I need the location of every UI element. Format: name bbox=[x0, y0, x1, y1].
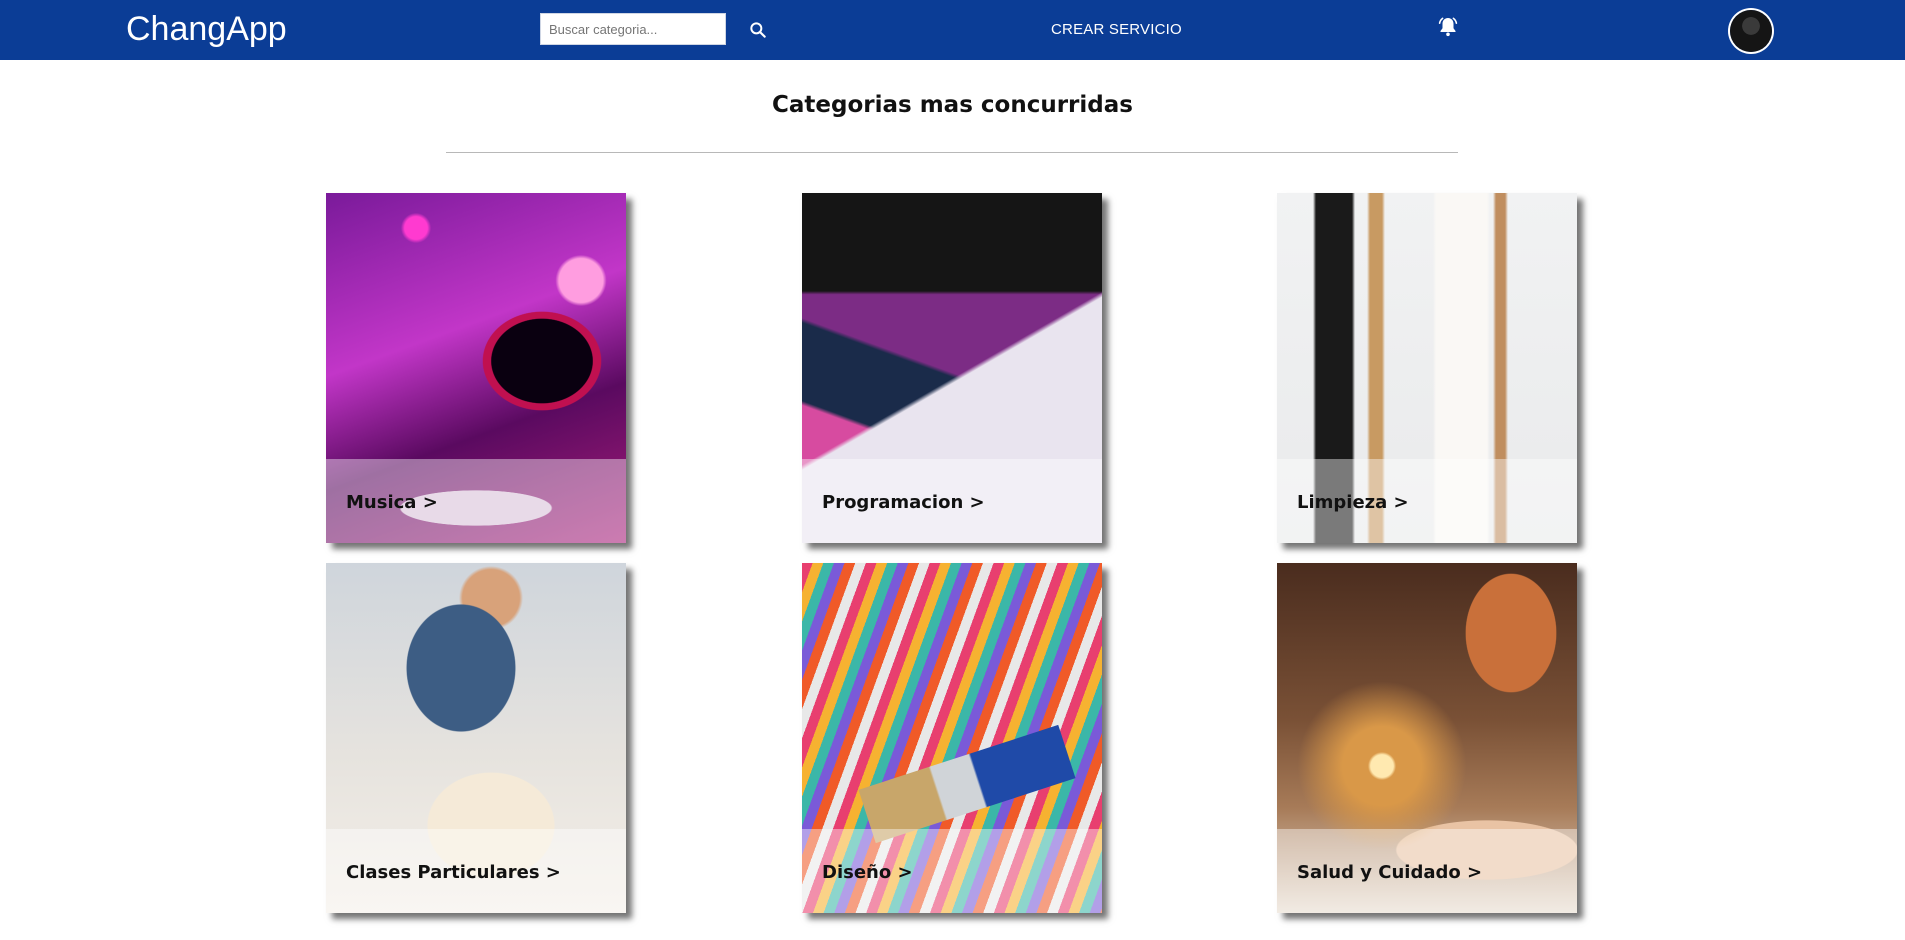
search-icon bbox=[750, 22, 766, 38]
category-label: Salud y Cuidado > bbox=[1297, 862, 1483, 883]
category-label: Clases Particulares > bbox=[346, 862, 561, 883]
category-card-diseno[interactable]: Diseño > bbox=[802, 563, 1102, 913]
category-label: Musica > bbox=[346, 492, 438, 513]
category-card-programacion[interactable]: Programacion > bbox=[802, 193, 1102, 543]
search-button[interactable] bbox=[744, 16, 772, 44]
category-card-salud-y-cuidado[interactable]: Salud y Cuidado > bbox=[1277, 563, 1577, 913]
navbar: ChangApp CREAR SERVICIO bbox=[0, 0, 1905, 60]
notifications-button[interactable] bbox=[1436, 15, 1460, 39]
category-card-clases-particulares[interactable]: Clases Particulares > bbox=[326, 563, 626, 913]
page-title: Categorias mas concurridas bbox=[772, 92, 1133, 118]
create-service-link[interactable]: CREAR SERVICIO bbox=[1051, 21, 1182, 38]
search-input[interactable] bbox=[540, 13, 726, 45]
divider bbox=[446, 152, 1458, 153]
bell-icon bbox=[1438, 17, 1458, 37]
category-card-musica[interactable]: Musica > bbox=[326, 193, 626, 543]
brand-logo[interactable]: ChangApp bbox=[126, 9, 287, 49]
avatar[interactable] bbox=[1730, 10, 1772, 52]
category-label: Programacion > bbox=[822, 492, 985, 513]
category-card-limpieza[interactable]: Limpieza > bbox=[1277, 193, 1577, 543]
category-label: Diseño > bbox=[822, 862, 913, 883]
category-label: Limpieza > bbox=[1297, 492, 1409, 513]
